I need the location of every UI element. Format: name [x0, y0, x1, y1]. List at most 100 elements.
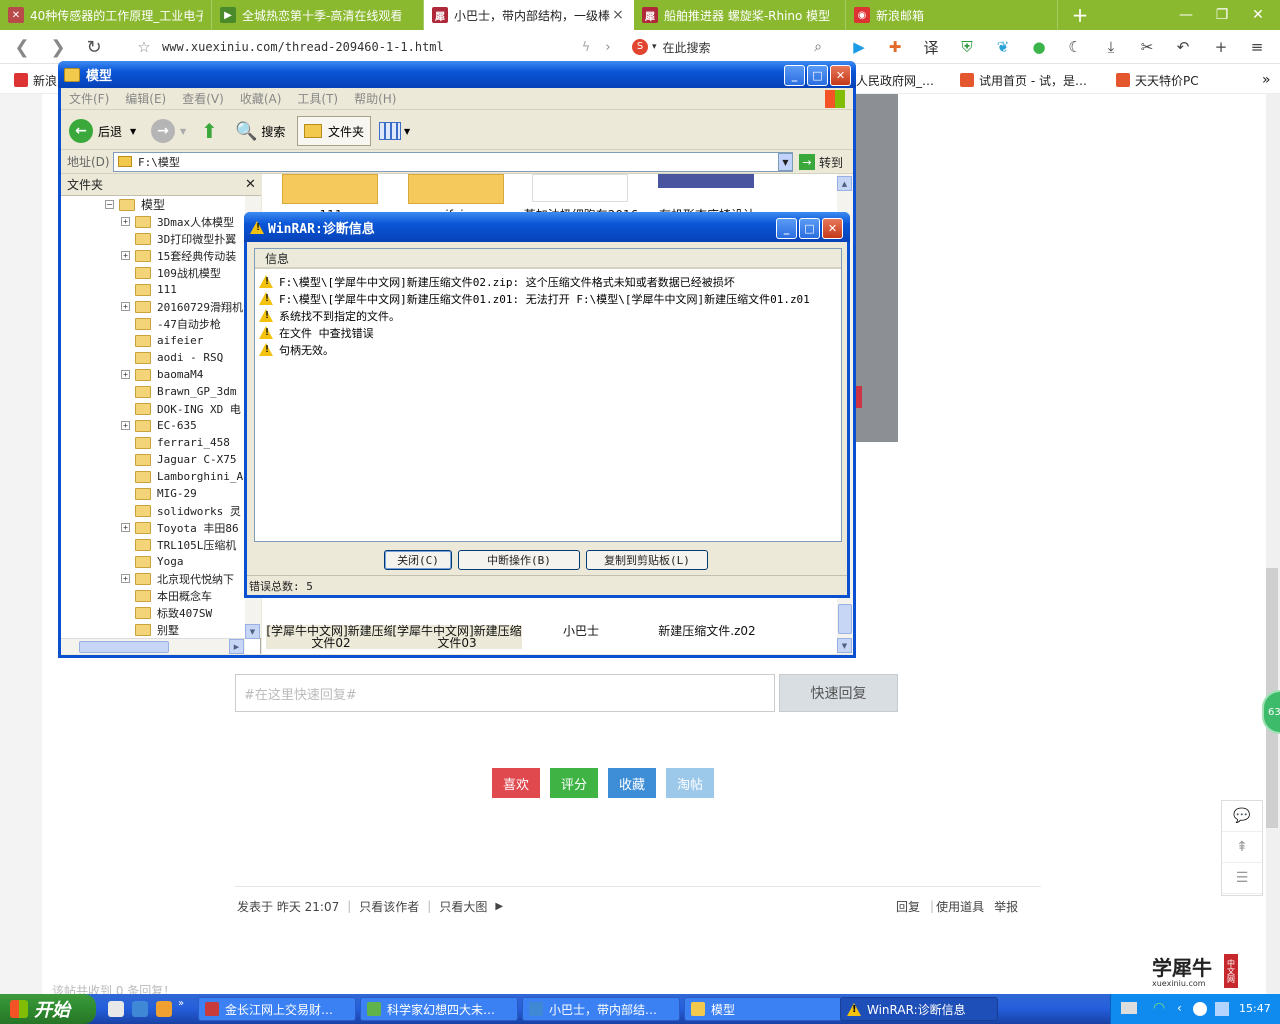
quicklaunch-more-icon[interactable]: » [178, 998, 188, 1014]
task-browser[interactable]: 小巴士，带内部结… [522, 997, 680, 1021]
message-row[interactable]: 句柄无效。 [259, 341, 334, 358]
close-button[interactable]: 关闭(C) [384, 550, 452, 570]
tree-hscroll-thumb[interactable] [79, 641, 169, 653]
quick-reply-input[interactable]: #在这里快速回复# [235, 674, 775, 712]
report-link[interactable]: 举报 [994, 898, 1018, 915]
forward-icon[interactable]: ❯ [46, 35, 70, 59]
tree-item[interactable]: + EC-635 [121, 417, 197, 434]
tab-propeller[interactable]: 犀船舶推进器 螺旋桨-Rhino 模型 [634, 0, 846, 30]
file-thumbnail[interactable] [282, 174, 378, 204]
task-winrar[interactable]: WinRAR:诊断信息 [840, 997, 998, 1021]
scroll-down-icon[interactable]: ▼ [245, 624, 260, 639]
expand-icon[interactable]: + [121, 370, 130, 379]
keyboard-icon[interactable] [1121, 1002, 1137, 1014]
tree-item[interactable]: aifeier [121, 332, 203, 349]
tree-horizontal-scrollbar[interactable]: ▶ [61, 638, 245, 654]
tree-item[interactable]: DOK-ING XD 电 [121, 400, 241, 417]
shield-icon[interactable]: ⛨ [956, 37, 978, 57]
close-icon[interactable]: ✕ [1240, 0, 1276, 30]
copy-to-clipboard-button[interactable]: 复制到剪贴板(L) [586, 550, 708, 570]
new-tab-icon[interactable]: + [1058, 0, 1102, 30]
bookmark-sina[interactable]: 新浪 [14, 71, 57, 89]
scroll-right-icon[interactable]: ▶ [229, 639, 244, 654]
rate-button[interactable]: 评分 [550, 768, 598, 798]
gamepad-icon[interactable]: ✚ [884, 37, 906, 57]
ie-icon[interactable] [132, 1001, 148, 1017]
tab-close-icon[interactable]: × [611, 7, 625, 23]
file-label[interactable]: [学犀牛中文网]新建压缩文件02 [266, 625, 396, 649]
column-header-info[interactable]: 信息 [255, 249, 841, 269]
tree-item[interactable]: solidworks 灵 [121, 502, 241, 519]
back-to-top-icon[interactable]: ⇞ [1222, 832, 1262, 863]
bookmark-tejia[interactable]: 天天特价PC [1116, 71, 1199, 89]
file-thumbnail[interactable] [408, 174, 504, 204]
message-row[interactable]: 在文件 中查找错误 [259, 324, 374, 341]
show-desktop-icon[interactable] [108, 1001, 124, 1017]
night-mode-icon[interactable]: ☾ [1064, 37, 1086, 57]
up-folder-icon[interactable]: ⬆ [201, 116, 218, 146]
tree-item[interactable]: Lamborghini_A [121, 468, 243, 485]
leaf-icon[interactable]: ❦ [992, 37, 1014, 57]
quick-reply-button[interactable]: 快速回复 [779, 674, 898, 712]
search-engine-icon[interactable]: S [632, 39, 648, 55]
file-label[interactable]: [学犀牛中文网]新建压缩文件03 [392, 625, 522, 649]
minimize-icon[interactable]: — [1168, 0, 1204, 30]
lightning-icon[interactable]: ϟ [574, 35, 598, 59]
tree-item[interactable]: 标致407SW [121, 604, 212, 621]
task-explorer[interactable]: 模型 [684, 997, 842, 1021]
menu-view[interactable]: 查看(V) [182, 90, 224, 107]
menu-edit[interactable]: 编辑(E) [125, 90, 166, 107]
tree-item[interactable]: + baomaM4 [121, 366, 203, 383]
restore-icon[interactable]: ❐ [1204, 0, 1240, 30]
explorer-folders-button[interactable]: 文件夹 [297, 116, 372, 146]
bookmark-gov[interactable]: 人民政府网_… [856, 71, 934, 89]
explorer-close-icon[interactable]: ✕ [830, 65, 851, 86]
page-scrollbar-track[interactable] [1266, 94, 1280, 994]
file-label[interactable]: 新建压缩文件.z02 [642, 625, 772, 637]
list-icon[interactable]: ☰ [1222, 863, 1262, 894]
file-thumbnail[interactable] [658, 174, 754, 188]
tree-item[interactable]: +15套经典传动装 [121, 247, 236, 264]
expand-icon[interactable]: + [121, 421, 130, 430]
tree-item[interactable]: Yoga [121, 553, 184, 570]
expand-icon[interactable]: + [121, 302, 130, 311]
search-box[interactable]: S ▾ 在此搜索 [632, 35, 828, 59]
tree-item[interactable]: Brawn_GP_3dm [121, 383, 236, 400]
start-button[interactable]: 开始 [0, 994, 96, 1024]
use-tool-link[interactable]: 使用道具 [936, 898, 984, 915]
tray-app-icon[interactable] [1193, 1002, 1207, 1016]
task-jinchangjiang[interactable]: 金长江网上交易财… [198, 997, 356, 1021]
menu-favorites[interactable]: 收藏(A) [240, 90, 282, 107]
expand-icon[interactable]: + [121, 523, 130, 532]
expand-icon[interactable]: + [121, 217, 130, 226]
abort-button[interactable]: 中断操作(B) [458, 550, 580, 570]
tree-item[interactable]: -47自动步枪 [121, 315, 221, 332]
expand-icon[interactable]: + [121, 574, 130, 583]
menu-tools[interactable]: 工具(T) [297, 90, 338, 107]
wifi-icon[interactable]: ◠ [1153, 1000, 1165, 1016]
expand-icon[interactable]: + [121, 251, 130, 260]
scissors-icon[interactable]: ✂ [1136, 37, 1158, 57]
message-list[interactable]: 信息 F:\模型\[学犀牛中文网]新建压缩文件02.zip: 这个压缩文件格式未… [254, 248, 842, 542]
tree-item[interactable]: 3D打印微型扑翼 [121, 230, 236, 247]
translate-icon[interactable]: 译 [920, 37, 942, 57]
winrar-close-icon[interactable]: ✕ [822, 218, 843, 239]
explorer-back-button[interactable]: ← 后退 ▼ [69, 116, 136, 146]
wechat-icon[interactable]: ● [1028, 37, 1050, 57]
search-icon[interactable]: ⌕ [806, 35, 830, 59]
tree-item[interactable]: 本田概念车 [121, 587, 212, 604]
tree-item[interactable]: +3Dmax人体模型 [121, 213, 234, 230]
play-icon[interactable]: ▶ [848, 37, 870, 57]
tree-item[interactable]: TRL105L压缩机 [121, 536, 236, 553]
plus-icon[interactable]: + [1210, 37, 1232, 57]
winrar-minimize-icon[interactable]: _ [776, 218, 797, 239]
tree-item[interactable]: Jaguar C-X75 [121, 451, 236, 468]
big-images-link[interactable]: 只看大图 [439, 898, 487, 915]
search-input[interactable]: 在此搜索 [663, 39, 711, 56]
file-label[interactable]: 小巴士 [516, 625, 646, 637]
next-arrow-icon[interactable]: ▶ [495, 901, 503, 912]
chevron-right-icon[interactable]: › [596, 35, 620, 59]
taotie-button[interactable]: 淘帖 [666, 768, 714, 798]
explorer-forward-button[interactable]: → ▼ [151, 116, 186, 146]
winrar-titlebar[interactable]: WinRAR:诊断信息 [244, 212, 850, 242]
